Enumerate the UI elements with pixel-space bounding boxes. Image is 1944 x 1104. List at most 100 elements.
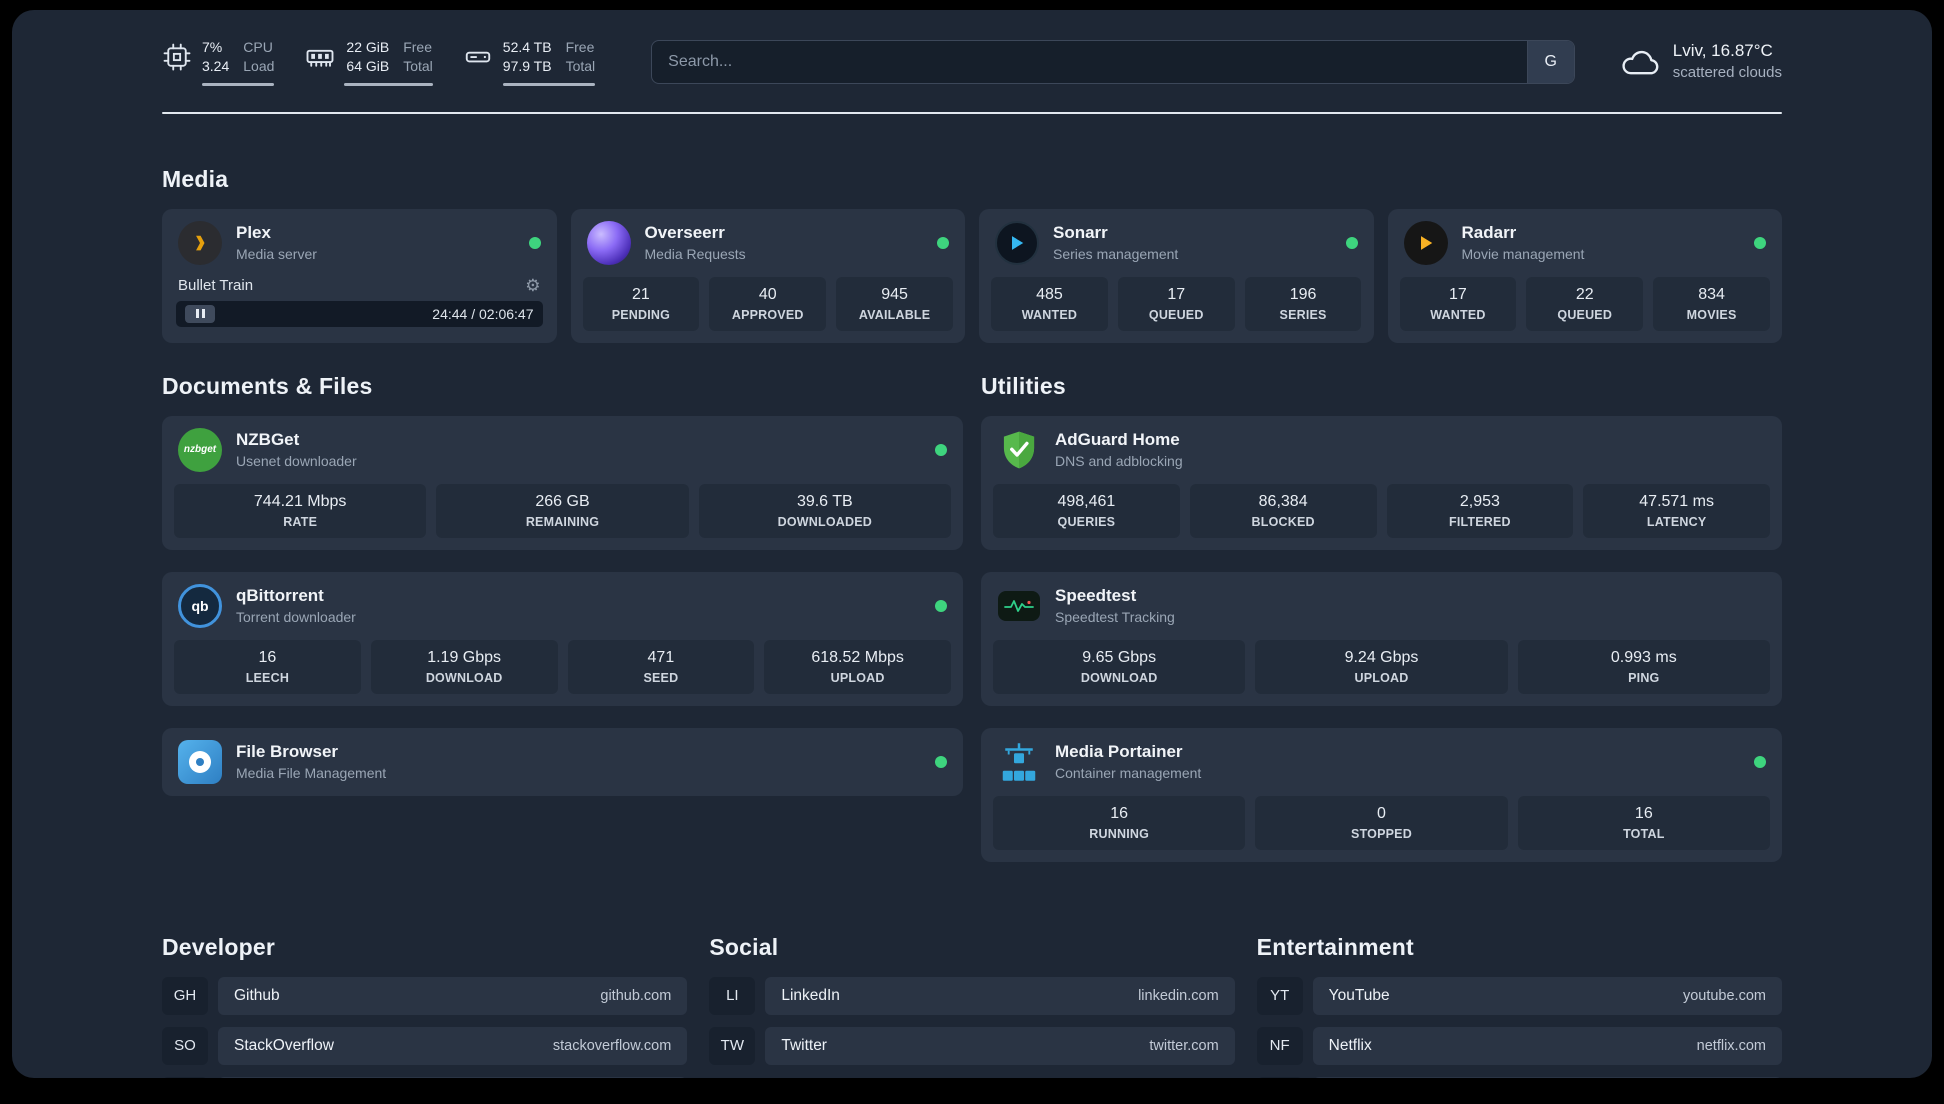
overseerr-icon xyxy=(586,220,631,265)
pause-icon xyxy=(185,304,215,323)
playback-bar: 24:44 / 02:06:47 xyxy=(176,300,543,327)
service-name: Overseerr xyxy=(644,223,725,243)
disk-free-label: Free xyxy=(565,39,595,55)
bookmark-netflix[interactable]: NF Netflix netflix.com xyxy=(1256,1026,1782,1065)
stat-tile: 17 WANTED xyxy=(1399,276,1517,331)
service-card-qbittorrent[interactable]: qb qBittorrent Torrent downloader 16 LEE… xyxy=(162,571,963,706)
service-name: Radarr xyxy=(1461,223,1517,243)
cpu-usage: 7% xyxy=(202,39,223,55)
service-card-overseerr[interactable]: Overseerr Media Requests 21 PENDING 40 A… xyxy=(570,208,965,343)
weather-condition: scattered clouds xyxy=(1672,64,1782,82)
now-playing-title: Bullet Train xyxy=(178,276,254,294)
stat-label: PING xyxy=(1628,670,1660,685)
stat-tile: 834 MOVIES xyxy=(1653,276,1770,331)
stat-tile: 9.65 Gbps DOWNLOAD xyxy=(993,639,1246,694)
documents-column: Documents & Files nzbget NZBGet Usenet d… xyxy=(162,373,963,884)
section-title-documents: Documents & Files xyxy=(162,372,373,399)
stat-value: 9.24 Gbps xyxy=(1344,648,1419,666)
stat-tile: 40 APPROVED xyxy=(709,276,827,331)
lower-grid: Documents & Files nzbget NZBGet Usenet d… xyxy=(162,373,1782,884)
stat-tile: 2,953 FILTERED xyxy=(1386,483,1574,538)
bookmark-linkedin[interactable]: LI LinkedIn linkedin.com xyxy=(709,976,1235,1015)
stat-value: 9.65 Gbps xyxy=(1082,648,1157,666)
top-bar: 7% 3.24 CPU Load 22 GiB 64 GiB Free Tota… xyxy=(162,38,1782,86)
memory-free-label: Free xyxy=(403,39,433,55)
status-dot-online xyxy=(935,755,947,768)
stat-tile: 21 PENDING xyxy=(582,276,700,331)
memory-free: 22 GiB xyxy=(346,39,390,55)
bookmark-url: linkedin.com xyxy=(1138,987,1219,1004)
service-subtitle: Media File Management xyxy=(236,765,387,782)
stat-value: 485 xyxy=(1036,285,1063,303)
bookmark-abbr: SO xyxy=(162,1026,208,1065)
stat-label: RUNNING xyxy=(1089,826,1150,841)
stat-tile: 945 AVAILABLE xyxy=(836,276,953,331)
search-bar: G xyxy=(651,39,1575,84)
bookmark-youtube[interactable]: YT YouTube youtube.com xyxy=(1256,976,1782,1015)
service-card-filebrowser[interactable]: File Browser Media File Management xyxy=(162,727,963,796)
gear-icon[interactable]: ⚙ xyxy=(525,277,540,294)
plex-icon xyxy=(178,220,222,265)
stat-value: 86,384 xyxy=(1258,492,1308,510)
stat-label: LATENCY xyxy=(1646,514,1707,529)
bookmark-dev[interactable]: DT DEV dev.to xyxy=(162,1076,688,1078)
bookmark-github[interactable]: GH Github github.com xyxy=(162,976,688,1015)
service-card-adguard[interactable]: AdGuard Home DNS and adblocking 498,461 … xyxy=(981,415,1782,550)
stat-tile: 47.571 ms LATENCY xyxy=(1583,483,1770,538)
stat-value: 196 xyxy=(1289,285,1317,303)
disk-total: 97.9 TB xyxy=(502,57,552,74)
service-card-nzbget[interactable]: nzbget NZBGet Usenet downloader 744.21 M… xyxy=(162,415,963,550)
stat-tile: 471 SEED xyxy=(567,639,755,694)
stat-value: 16 xyxy=(1634,804,1653,822)
search-input[interactable] xyxy=(652,40,1527,83)
bookmark-name: StackOverflow xyxy=(234,1036,334,1054)
memory-icon xyxy=(304,42,336,72)
service-name: NZBGet xyxy=(236,430,300,450)
stat-tile: 485 WANTED xyxy=(991,276,1108,331)
stat-value: 21 xyxy=(632,285,650,303)
stat-tile: 16 LEECH xyxy=(174,639,361,694)
bookmark-abbr: TW xyxy=(709,1026,756,1065)
search-provider-button[interactable]: G xyxy=(1526,40,1574,83)
bookmark-url: stackoverflow.com xyxy=(552,1037,672,1054)
service-card-sonarr[interactable]: Sonarr Series management 485 WANTED 17 Q… xyxy=(979,208,1374,343)
bookmark-url: youtube.com xyxy=(1682,987,1766,1004)
speedtest-icon xyxy=(997,584,1041,628)
stat-value: 2,953 xyxy=(1459,492,1500,510)
stat-value: 618.52 Mbps xyxy=(811,648,904,666)
stat-label: SEED xyxy=(643,670,679,685)
disk-icon xyxy=(463,42,493,72)
service-card-radarr[interactable]: Radarr Movie management 17 WANTED 22 QUE… xyxy=(1387,208,1782,343)
stat-tile: 39.6 TB DOWNLOADED xyxy=(698,483,951,538)
stat-value: 47.571 ms xyxy=(1639,492,1714,510)
memory-total: 64 GiB xyxy=(346,57,390,74)
service-card-speedtest[interactable]: Speedtest Speedtest Tracking 9.65 Gbps D… xyxy=(981,571,1782,706)
service-name: AdGuard Home xyxy=(1055,430,1180,450)
status-dot-online xyxy=(935,443,947,456)
stat-tile: 16 RUNNING xyxy=(993,795,1246,850)
bookmark-reddit[interactable]: RE Reddit reddit.com xyxy=(1256,1076,1782,1078)
stat-value: 0 xyxy=(1377,804,1386,822)
status-dot-online xyxy=(935,599,947,612)
sonarr-icon xyxy=(995,220,1039,265)
memory-meter-bar xyxy=(344,82,433,86)
bookmark-url: twitter.com xyxy=(1149,1037,1219,1054)
stat-label: DOWNLOADED xyxy=(777,514,872,529)
stat-label: APPROVED xyxy=(731,307,804,322)
cpu-widget: 7% 3.24 CPU Load xyxy=(162,38,275,86)
service-card-plex[interactable]: Plex Media server Bullet Train ⚙ 24:44 /… xyxy=(162,208,557,343)
memory-widget: 22 GiB 64 GiB Free Total xyxy=(304,38,433,86)
bookmark-stackoverflow[interactable]: SO StackOverflow stackoverflow.com xyxy=(162,1026,688,1065)
qbittorrent-icon: qb xyxy=(178,583,222,628)
service-card-portainer[interactable]: Media Portainer Container management 16 … xyxy=(981,727,1782,862)
bookmark-name: Twitter xyxy=(781,1036,827,1054)
bookmark-twitter[interactable]: TW Twitter twitter.com xyxy=(709,1026,1235,1065)
dashboard-panel: 7% 3.24 CPU Load 22 GiB 64 GiB Free Tota… xyxy=(12,10,1932,1078)
disk-widget: 52.4 TB 97.9 TB Free Total xyxy=(463,38,596,86)
stat-value: 744.21 Mbps xyxy=(253,492,347,510)
bookmark-name: YouTube xyxy=(1328,986,1390,1004)
service-name: Media Portainer xyxy=(1055,742,1183,762)
bookmarks-grid: Developer GH Github github.com SO StackO… xyxy=(162,934,1782,1078)
stat-label: PENDING xyxy=(611,307,671,322)
section-title-media: Media xyxy=(162,165,229,192)
